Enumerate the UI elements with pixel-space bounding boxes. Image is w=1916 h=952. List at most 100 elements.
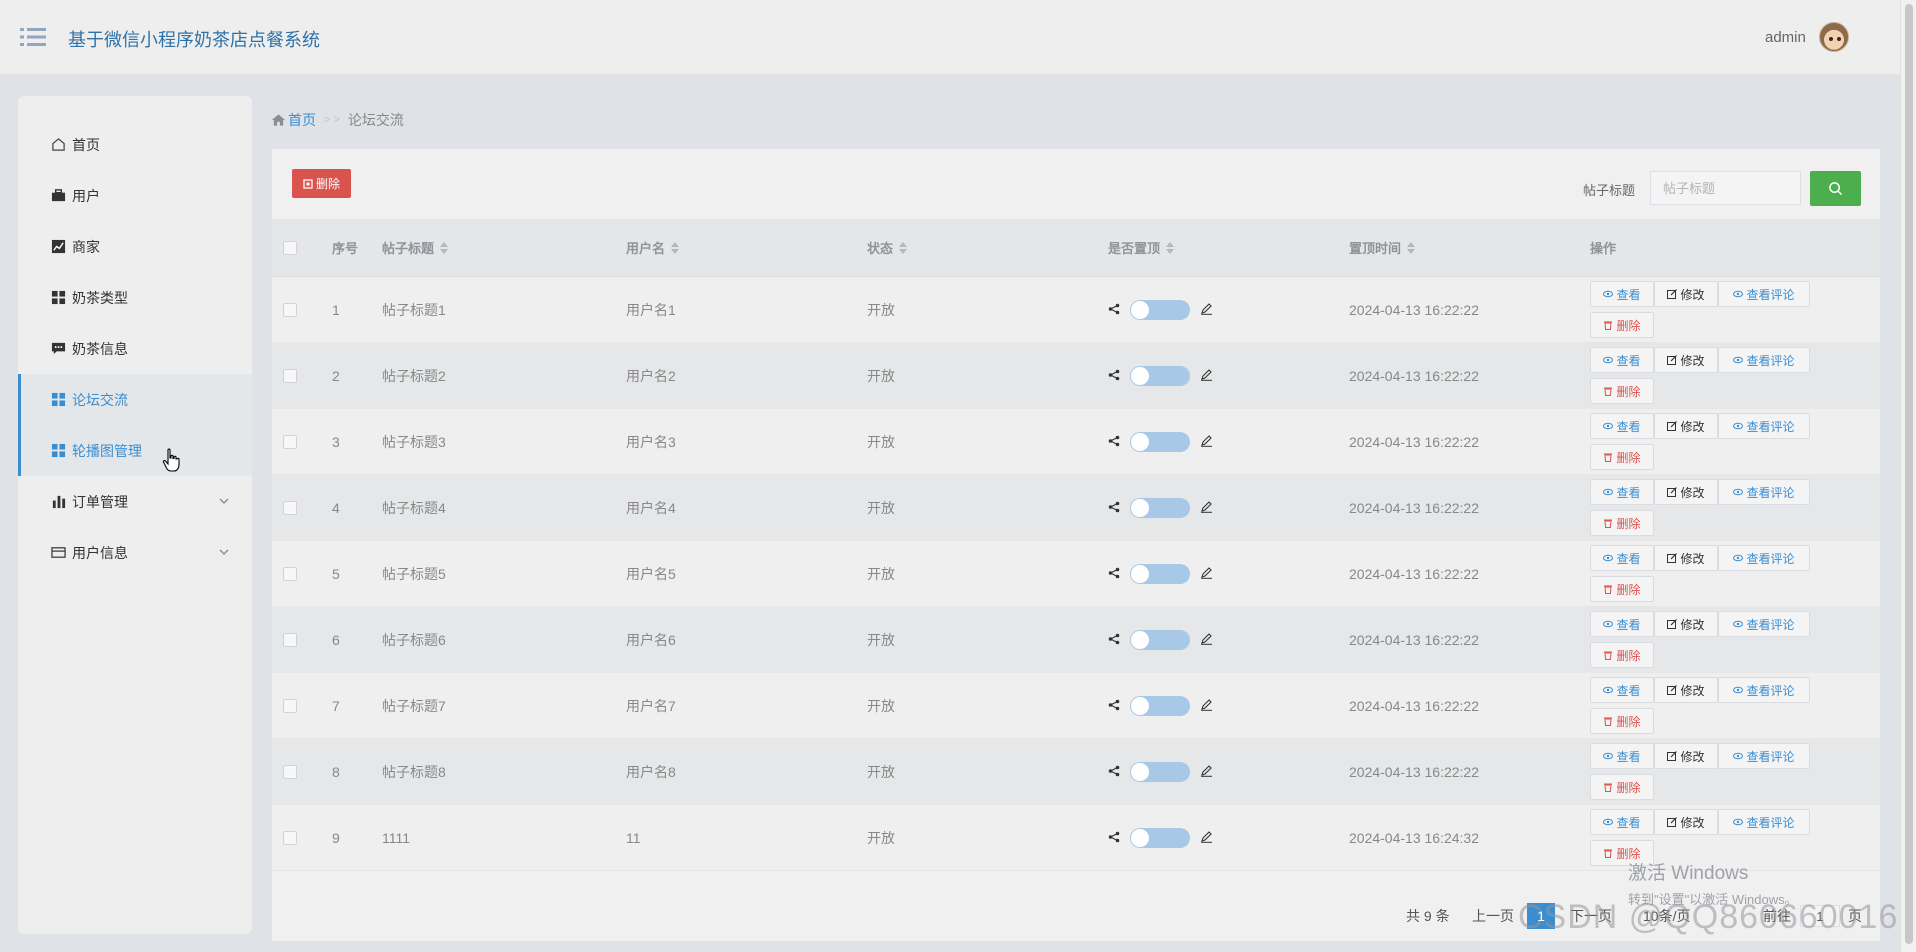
delete-button[interactable]: 删除 xyxy=(1590,708,1654,734)
avatar[interactable] xyxy=(1819,22,1849,52)
view-comments-button[interactable]: 查看评论 xyxy=(1718,545,1810,571)
sidebar-item-5[interactable]: 论坛交流 xyxy=(18,374,252,425)
col-status[interactable]: 状态 xyxy=(867,219,908,276)
view-button[interactable]: 查看 xyxy=(1590,347,1654,373)
view-comments-button[interactable]: 查看评论 xyxy=(1718,479,1810,505)
share-icon[interactable] xyxy=(1108,368,1120,384)
bulk-delete-button[interactable]: 删除 xyxy=(292,169,351,198)
search-input[interactable] xyxy=(1650,171,1801,205)
share-icon[interactable] xyxy=(1108,500,1120,516)
pen-icon[interactable] xyxy=(1200,830,1213,846)
view-button[interactable]: 查看 xyxy=(1590,545,1654,571)
breadcrumb-home[interactable]: 首页 xyxy=(272,110,316,130)
view-comments-button[interactable]: 查看评论 xyxy=(1718,677,1810,703)
pen-icon[interactable] xyxy=(1200,302,1213,318)
view-button[interactable]: 查看 xyxy=(1590,413,1654,439)
sidebar-item-3[interactable]: 奶茶类型 xyxy=(18,272,252,323)
delete-button[interactable]: 删除 xyxy=(1590,510,1654,536)
view-button[interactable]: 查看 xyxy=(1590,743,1654,769)
select-all-checkbox[interactable] xyxy=(283,240,297,255)
row-checkbox[interactable] xyxy=(283,434,297,449)
sidebar-item-4[interactable]: 奶茶信息 xyxy=(18,323,252,374)
sidebar-item-0[interactable]: 首页 xyxy=(18,119,252,170)
share-icon[interactable] xyxy=(1108,830,1120,846)
view-comments-button[interactable]: 查看评论 xyxy=(1718,413,1810,439)
pin-toggle[interactable] xyxy=(1130,431,1190,452)
share-icon[interactable] xyxy=(1108,434,1120,450)
pen-icon[interactable] xyxy=(1200,434,1213,450)
edit-button[interactable]: 修改 xyxy=(1654,347,1718,373)
sidebar-item-6[interactable]: 轮播图管理 xyxy=(18,425,252,476)
row-checkbox[interactable] xyxy=(283,500,297,515)
row-checkbox[interactable] xyxy=(283,698,297,713)
pen-icon[interactable] xyxy=(1200,566,1213,582)
pagination-prev[interactable]: 上一页 xyxy=(1472,905,1514,927)
row-checkbox[interactable] xyxy=(283,830,297,845)
delete-button[interactable]: 删除 xyxy=(1590,774,1654,800)
row-status: 开放 xyxy=(867,367,895,384)
page-scrollbar[interactable] xyxy=(1900,0,1916,952)
view-comments-button[interactable]: 查看评论 xyxy=(1718,347,1810,373)
pin-toggle[interactable] xyxy=(1130,629,1190,650)
delete-button[interactable]: 删除 xyxy=(1590,444,1654,470)
pen-icon[interactable] xyxy=(1200,632,1213,648)
row-checkbox[interactable] xyxy=(283,368,297,383)
view-comments-button[interactable]: 查看评论 xyxy=(1718,809,1810,835)
eye-icon xyxy=(1733,422,1744,430)
menu-toggle-icon[interactable] xyxy=(20,26,46,48)
delete-button[interactable]: 删除 xyxy=(1590,312,1654,338)
share-icon[interactable] xyxy=(1108,566,1120,582)
sidebar-item-2[interactable]: 商家 xyxy=(18,221,252,272)
pen-icon[interactable] xyxy=(1200,698,1213,714)
sidebar-item-7[interactable]: 订单管理 xyxy=(18,476,252,527)
pen-icon[interactable] xyxy=(1200,500,1213,516)
search-button[interactable] xyxy=(1810,171,1861,206)
pin-toggle[interactable] xyxy=(1130,827,1190,848)
row-checkbox[interactable] xyxy=(283,566,297,581)
row-checkbox[interactable] xyxy=(283,764,297,779)
col-pinned[interactable]: 是否置顶 xyxy=(1108,219,1175,276)
delete-button[interactable]: 删除 xyxy=(1590,378,1654,404)
pin-toggle[interactable] xyxy=(1130,365,1190,386)
view-button[interactable]: 查看 xyxy=(1590,281,1654,307)
edit-button[interactable]: 修改 xyxy=(1654,611,1718,637)
pin-toggle[interactable] xyxy=(1130,563,1190,584)
eye-icon xyxy=(1603,422,1614,430)
edit-button[interactable]: 修改 xyxy=(1654,809,1718,835)
view-button[interactable]: 查看 xyxy=(1590,809,1654,835)
col-pin-time[interactable]: 置顶时间 xyxy=(1349,219,1416,276)
pin-toggle[interactable] xyxy=(1130,695,1190,716)
row-checkbox[interactable] xyxy=(283,302,297,317)
edit-button[interactable]: 修改 xyxy=(1654,479,1718,505)
pen-icon[interactable] xyxy=(1200,368,1213,384)
view-button[interactable]: 查看 xyxy=(1590,479,1654,505)
col-title[interactable]: 帖子标题 xyxy=(382,219,449,276)
view-comments-button[interactable]: 查看评论 xyxy=(1718,743,1810,769)
view-comments-button[interactable]: 查看评论 xyxy=(1718,611,1810,637)
sidebar-item-8[interactable]: 用户信息 xyxy=(18,527,252,578)
view-button[interactable]: 查看 xyxy=(1590,611,1654,637)
sidebar-item-1[interactable]: 用户 xyxy=(18,170,252,221)
hand-cursor-icon xyxy=(162,448,180,472)
share-icon[interactable] xyxy=(1108,764,1120,780)
row-pin-time: 2024-04-13 16:22:22 xyxy=(1349,565,1479,582)
pin-toggle[interactable] xyxy=(1130,299,1190,320)
pen-icon[interactable] xyxy=(1200,764,1213,780)
edit-button[interactable]: 修改 xyxy=(1654,677,1718,703)
edit-button[interactable]: 修改 xyxy=(1654,545,1718,571)
edit-button[interactable]: 修改 xyxy=(1654,281,1718,307)
delete-button[interactable]: 删除 xyxy=(1590,576,1654,602)
share-icon[interactable] xyxy=(1108,632,1120,648)
edit-button[interactable]: 修改 xyxy=(1654,743,1718,769)
username[interactable]: admin xyxy=(1765,29,1806,46)
view-button[interactable]: 查看 xyxy=(1590,677,1654,703)
delete-button[interactable]: 删除 xyxy=(1590,642,1654,668)
share-icon[interactable] xyxy=(1108,698,1120,714)
pin-toggle[interactable] xyxy=(1130,761,1190,782)
edit-button[interactable]: 修改 xyxy=(1654,413,1718,439)
view-comments-button[interactable]: 查看评论 xyxy=(1718,281,1810,307)
row-checkbox[interactable] xyxy=(283,632,297,647)
col-username[interactable]: 用户名 xyxy=(626,219,680,276)
share-icon[interactable] xyxy=(1108,302,1120,318)
pin-toggle[interactable] xyxy=(1130,497,1190,518)
